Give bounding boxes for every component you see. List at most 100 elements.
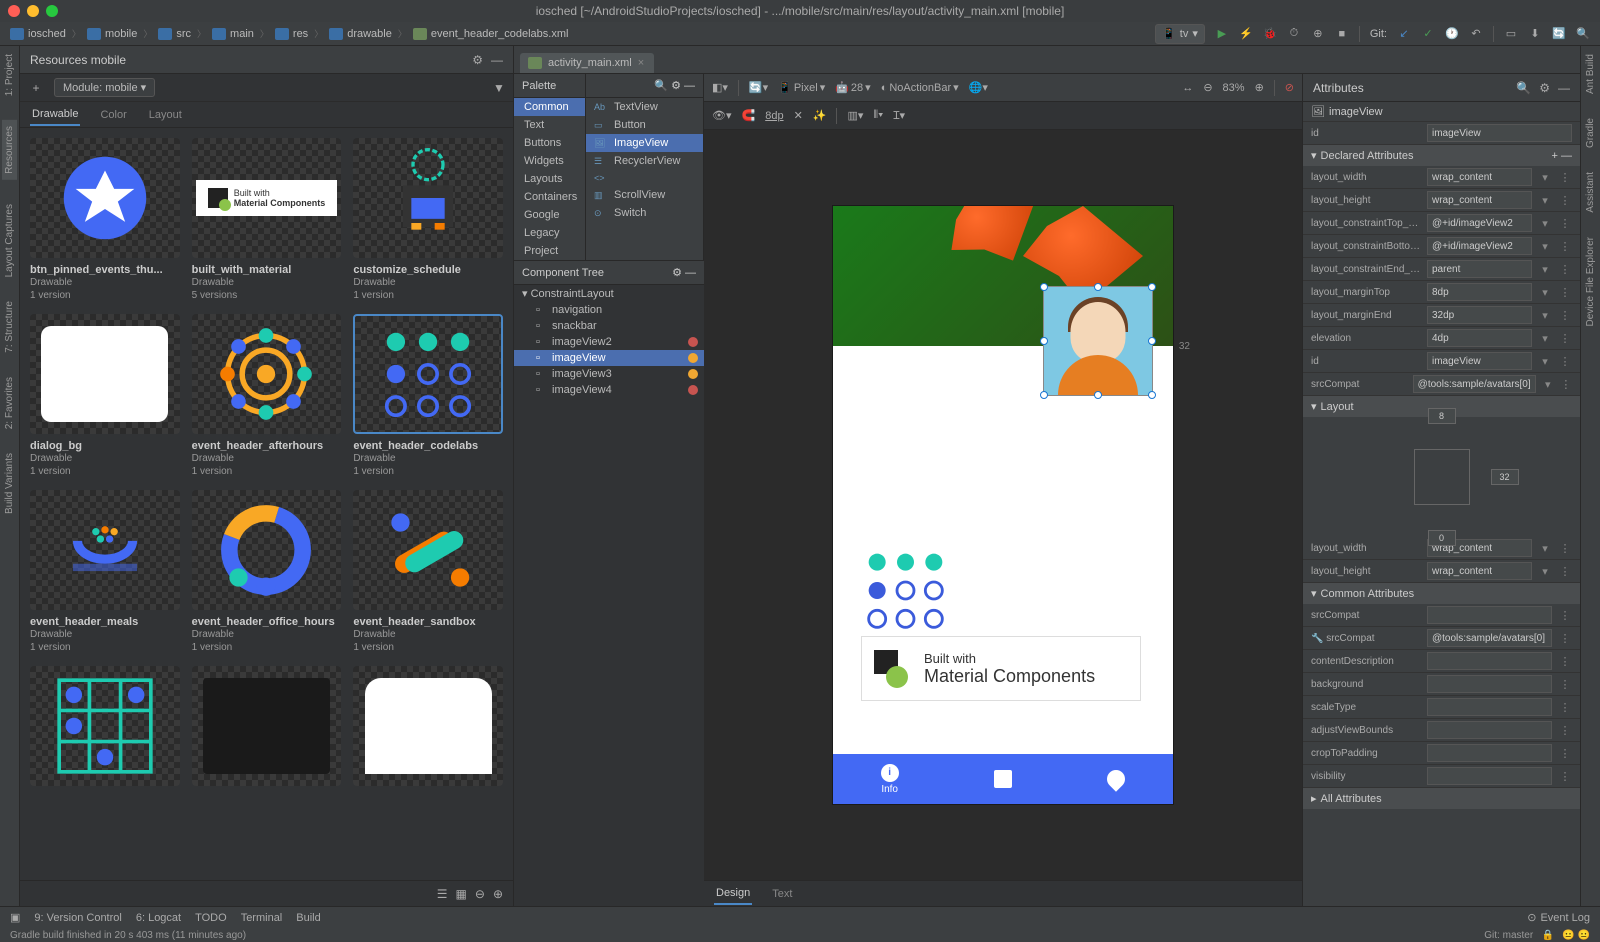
sidebar-structure[interactable]: 7: Structure [4,301,15,353]
tree-item[interactable]: ▫imageView2 [514,334,704,350]
view-options-icon[interactable]: 👁▾ [712,109,732,122]
api-selector[interactable]: 🤖 28▾ [835,81,870,94]
attr-dropdown-icon[interactable]: ▾ [1538,240,1552,253]
sidebar-assistant[interactable]: Assistant [1585,172,1596,213]
palette-category[interactable]: Layouts [514,170,585,188]
run-icon[interactable]: ▶ [1215,27,1229,41]
device-icon[interactable]: 📱 Pixel▾ [778,81,825,94]
attr-more-icon[interactable]: ⋮ [1558,286,1572,299]
resize-handle[interactable] [1040,391,1048,399]
profile-icon[interactable]: ⏱ [1287,27,1301,41]
sidebar-resources[interactable]: Resources [2,120,17,180]
gear-icon[interactable]: ⚙ [1539,81,1550,95]
attach-debugger-icon[interactable]: ⊕ [1311,27,1325,41]
file-tab[interactable]: activity_main.xml × [520,53,654,73]
minimize-icon[interactable]: — [491,53,503,67]
resize-handle[interactable] [1148,391,1156,399]
palette-category[interactable]: Google [514,206,585,224]
grid-view-icon[interactable]: ▦ [456,887,467,901]
sync-icon[interactable]: 🔄 [1552,27,1566,41]
close-tab-icon[interactable]: × [638,57,644,69]
palette-category[interactable]: Common [514,98,585,116]
sidebar-gradle[interactable]: Gradle [1585,118,1596,148]
nav-map[interactable] [1060,754,1173,804]
imageview3[interactable] [863,548,948,633]
sidebar-layout-captures[interactable]: Layout Captures [4,204,15,277]
breadcrumb[interactable]: mobile [87,28,137,40]
minimize-icon[interactable]: — [1558,81,1570,95]
resource-card[interactable] [30,666,180,786]
resource-card[interactable]: customize_schedule Drawable 1 version [353,138,503,302]
all-attributes-header[interactable]: ▸ All Attributes [1303,788,1580,809]
resource-card[interactable]: btn_pinned_events_thu... Drawable 1 vers… [30,138,180,302]
attr-dropdown-icon[interactable]: ▾ [1538,565,1552,578]
palette-category[interactable]: Containers [514,188,585,206]
margin-top-input[interactable]: 8 [1428,408,1456,424]
palette-category[interactable]: Legacy [514,224,585,242]
resource-card[interactable]: event_header_office_hours Drawable 1 ver… [192,490,342,654]
breadcrumb[interactable]: drawable [329,28,392,40]
sb-build[interactable]: Build [296,911,320,924]
pack-icon[interactable]: ▥▾ [847,109,863,122]
constraint-handle[interactable] [1094,391,1102,399]
resource-card[interactable] [353,666,503,786]
resize-handle[interactable] [1148,283,1156,291]
palette-widget[interactable]: ▭Button [586,116,703,134]
sb-terminal[interactable]: Terminal [241,911,283,924]
align-icon[interactable]: ⫴▾ [873,109,883,122]
search-icon[interactable]: 🔍 [1516,81,1531,95]
palette-category[interactable]: Text [514,116,585,134]
device-selector[interactable]: 📱 tv ▾ [1155,24,1205,44]
attr-dropdown-icon[interactable]: ▾ [1538,332,1552,345]
attr-dropdown-icon[interactable]: ▾ [1538,263,1552,276]
resource-card[interactable]: event_header_afterhours Drawable 1 versi… [192,314,342,478]
attr-value-field[interactable] [1427,721,1552,739]
apply-changes-icon[interactable]: ⚡ [1239,27,1253,41]
debug-icon[interactable]: 🐞 [1263,27,1277,41]
default-margin[interactable]: 8dp [765,110,783,122]
search-icon[interactable]: 🔍 [654,79,668,92]
vcs-revert-icon[interactable]: ↶ [1469,27,1483,41]
attr-value-field[interactable]: @+id/imageView2 [1427,214,1532,232]
constraint-handle[interactable] [1094,283,1102,291]
tree-item[interactable]: ▫imageView3 [514,366,704,382]
attr-more-icon[interactable]: ⋮ [1558,609,1572,622]
attr-value-field[interactable] [1427,744,1552,762]
bottom-navigation[interactable]: iInfo [833,754,1173,804]
sb-version-control[interactable]: 9: Version Control [34,911,121,924]
nav-schedule[interactable] [946,754,1059,804]
filter-icon[interactable]: ▼ [493,81,507,95]
gear-icon[interactable]: ⚙ [672,267,682,279]
attr-value-field[interactable]: @tools:sample/avatars[0] [1413,375,1536,393]
zoom-in-icon[interactable]: ⊕ [493,887,503,901]
tool-window-toggle[interactable]: ▣ [10,911,20,924]
attr-more-icon[interactable]: ⋮ [1558,263,1572,276]
sb-todo[interactable]: TODO [195,911,227,924]
palette-category[interactable]: Widgets [514,152,585,170]
resource-card[interactable]: event_header_meals Drawable 1 version [30,490,180,654]
resource-card[interactable]: event_header_sandbox Drawable 1 version [353,490,503,654]
vcs-commit-icon[interactable]: ✓ [1421,27,1435,41]
attr-more-icon[interactable]: ⋮ [1558,217,1572,230]
attr-more-icon[interactable]: ⋮ [1558,701,1572,714]
add-resource-button[interactable]: + [26,78,46,98]
zoom-out-icon[interactable]: ⊖ [1203,81,1212,94]
palette-widget[interactable]: <> [586,170,703,186]
attr-value-field[interactable] [1427,767,1552,785]
attr-dropdown-icon[interactable]: ▾ [1538,171,1552,184]
tab-design[interactable]: Design [714,883,752,905]
palette-widget[interactable]: AbTextView [586,98,703,116]
attr-more-icon[interactable]: ⋮ [1558,194,1572,207]
attr-more-icon[interactable]: ⋮ [1558,655,1572,668]
tab-drawable[interactable]: Drawable [30,104,80,126]
attr-more-icon[interactable]: ⋮ [1558,565,1572,578]
imageview4-built-with[interactable]: Built withMaterial Components [861,636,1141,701]
palette-widget[interactable]: ▥ScrollView [586,186,703,204]
tree-item[interactable]: ▫imageView [514,350,704,366]
tab-color[interactable]: Color [98,105,128,125]
zoom-in-icon[interactable]: ⊕ [1255,81,1264,94]
id-field[interactable]: imageView [1427,124,1572,142]
attr-dropdown-icon[interactable]: ▾ [1538,355,1552,368]
resource-card[interactable]: event_header_codelabs Drawable 1 version [353,314,503,478]
sidebar-device-file-explorer[interactable]: Device File Explorer [1585,237,1596,326]
